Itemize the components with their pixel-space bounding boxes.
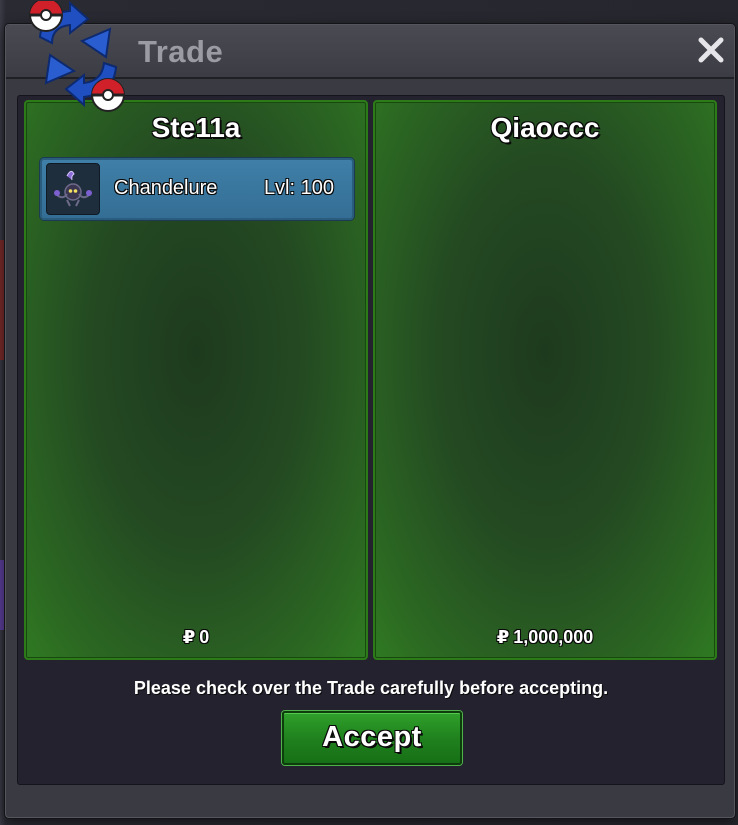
offer-panel-partner: Qiaoccc ₽1,000,000 xyxy=(373,100,717,660)
pokemon-level: Lvl: 100 xyxy=(263,177,334,199)
pokemon-name: Chandelure xyxy=(114,177,218,199)
chandelure-sprite-icon xyxy=(46,163,100,215)
money-amount: 1,000,000 xyxy=(513,627,594,647)
offered-pokemon-entry[interactable]: Chandelure Lvl: 100 xyxy=(40,158,354,220)
offered-money-partner: ₽1,000,000 xyxy=(375,627,715,648)
money-amount: 0 xyxy=(199,627,210,647)
background-edge xyxy=(0,240,4,360)
background-edge xyxy=(0,560,4,630)
trade-warning-text: Please check over the Trade carefully be… xyxy=(133,678,609,698)
accept-button[interactable]: Accept xyxy=(282,711,462,765)
currency-symbol: ₽ xyxy=(496,627,510,647)
close-icon xyxy=(698,37,724,63)
window-title: Trade xyxy=(138,34,224,69)
offer-panel-self: Ste11a Chandelure Lvl: 100 ₽ 0 xyxy=(24,100,368,660)
player-name: Qiaoccc xyxy=(490,112,600,143)
trade-window: Trade Ste11a Chandelure Lvl: 100 ₽ 0 Qia… xyxy=(5,0,735,818)
trade-exchange-icon xyxy=(26,0,130,117)
close-button[interactable] xyxy=(696,35,726,65)
offered-money-self: ₽0 xyxy=(26,627,366,648)
currency-symbol: ₽ xyxy=(182,627,196,647)
trade-content: Ste11a Chandelure Lvl: 100 ₽ 0 Qiaoccc ₽… xyxy=(17,95,725,785)
